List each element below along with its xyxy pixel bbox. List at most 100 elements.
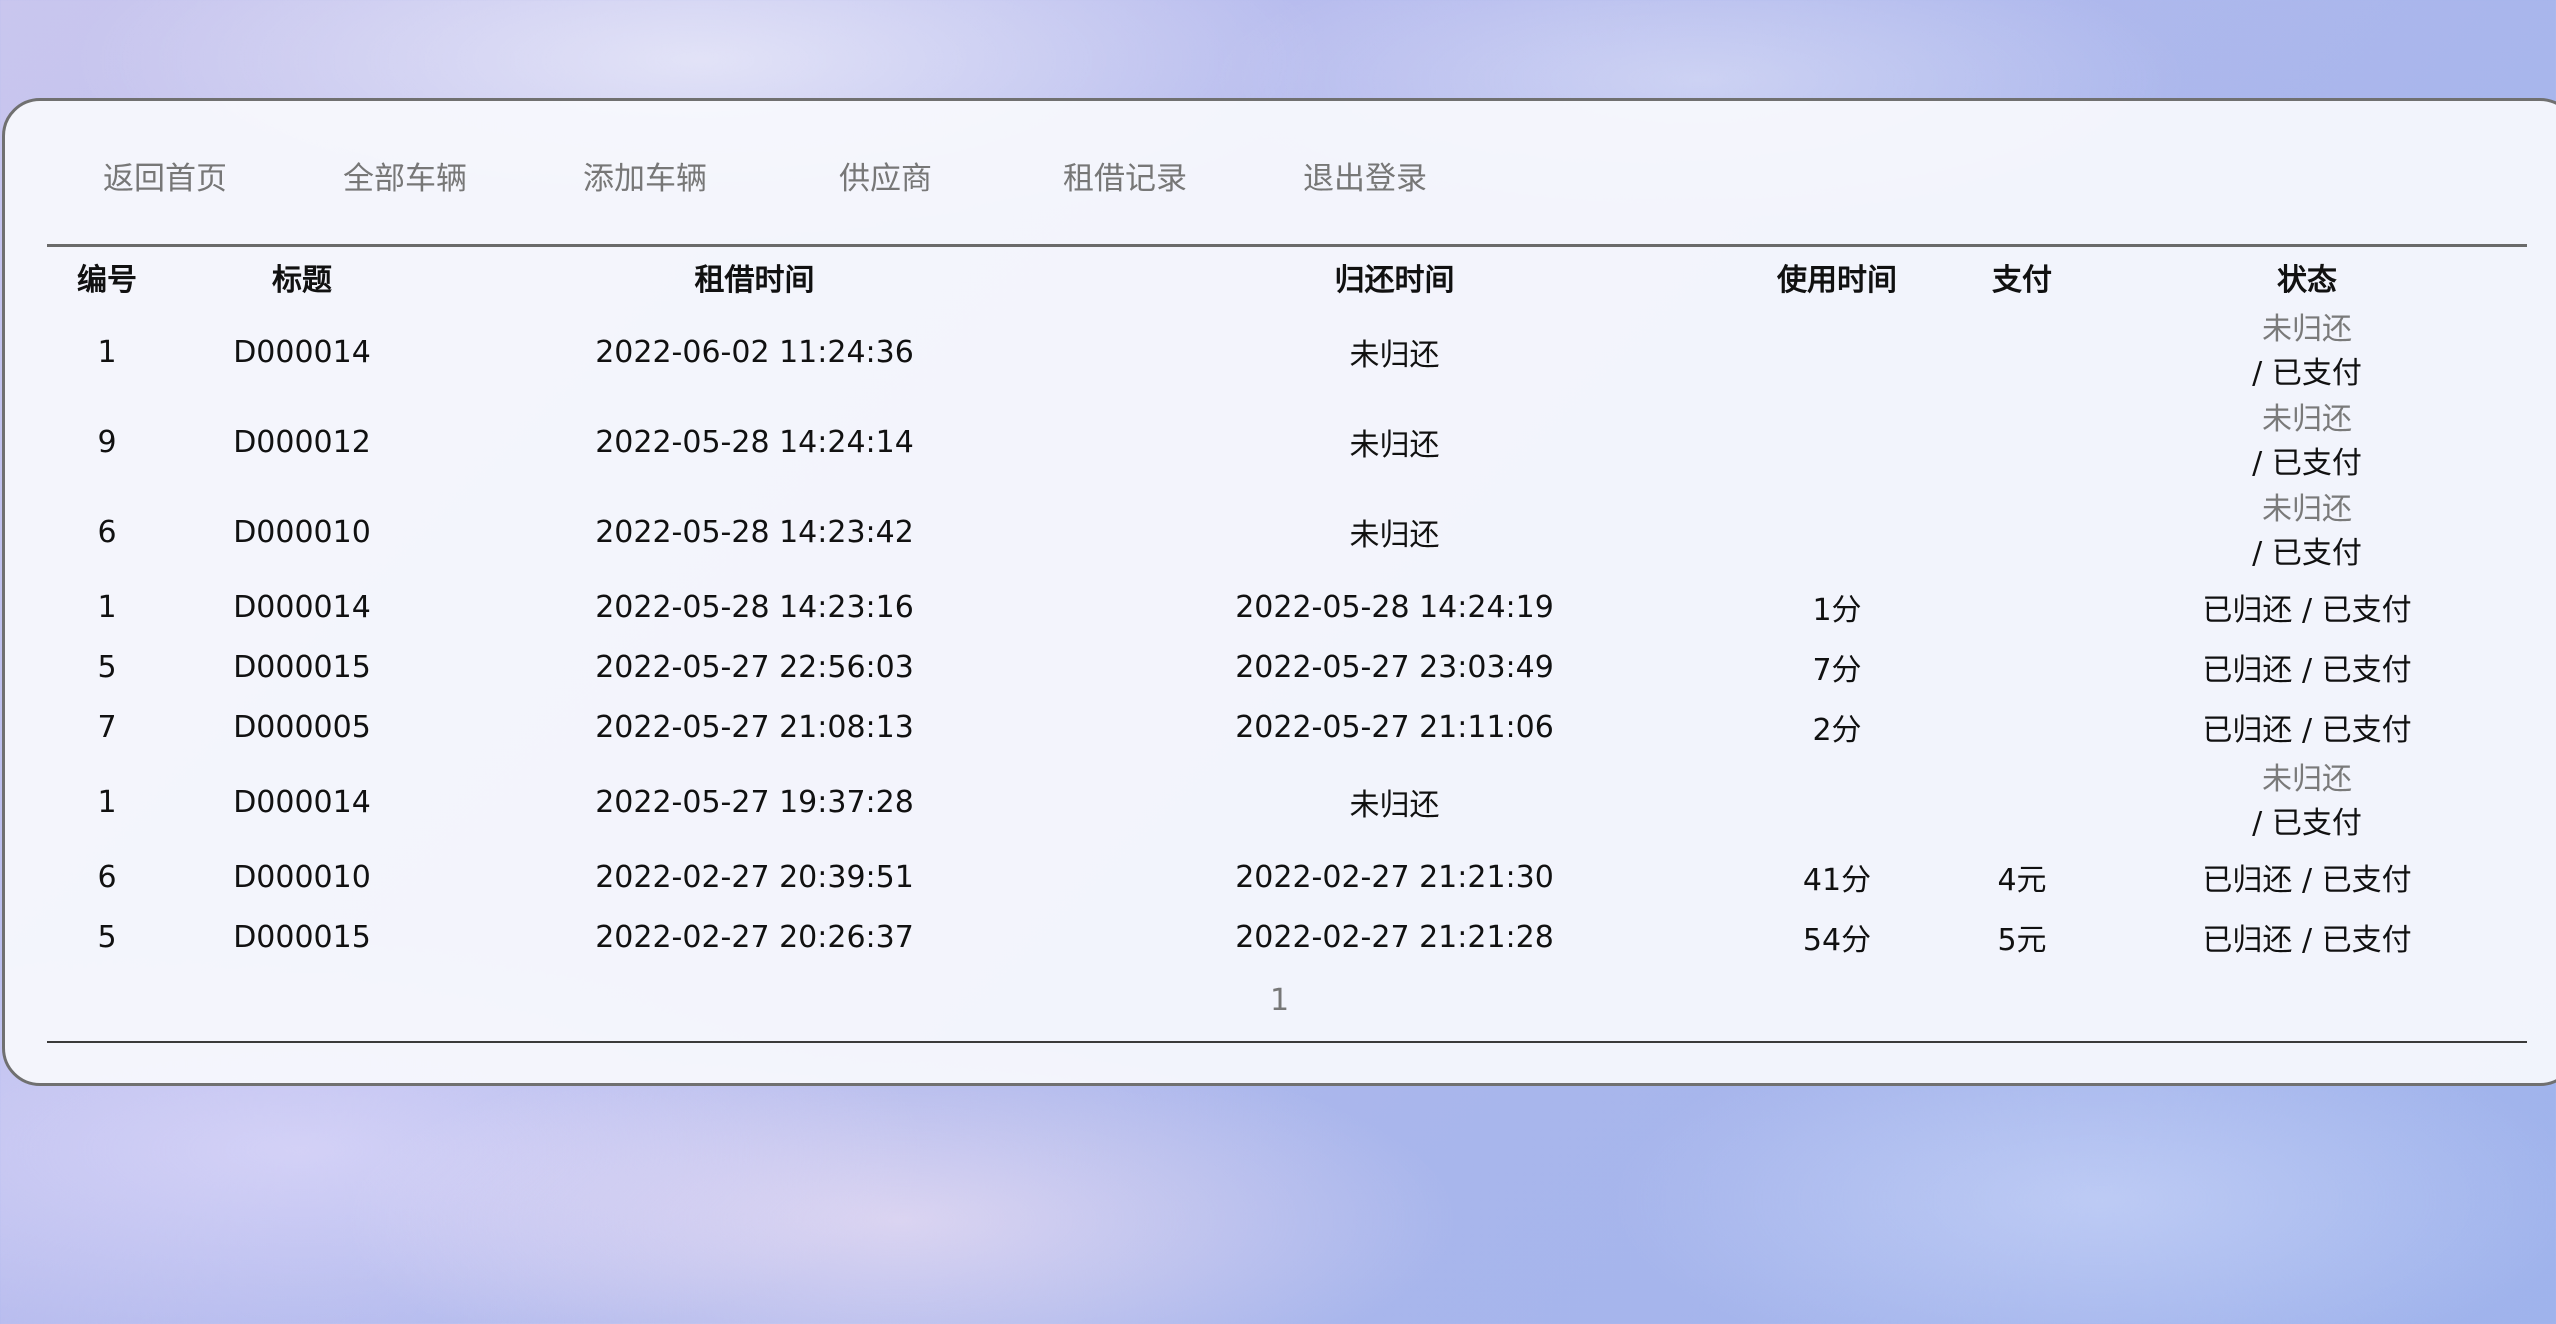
- cell-use-time: [1717, 757, 1957, 847]
- cell-status: 已归还 / 已支付: [2087, 697, 2527, 757]
- cell-rent-time: 2022-06-02 11:24:36: [595, 334, 914, 370]
- cell-id: 1: [97, 334, 117, 370]
- cell-use-time: [1717, 487, 1957, 577]
- column-header-id: 编号: [77, 263, 137, 298]
- cell-id: 6: [97, 514, 117, 550]
- records-panel: 返回首页 全部车辆 添加车辆 供应商 租借记录 退出登录 编号 标题 租借时间 …: [2, 98, 2556, 1086]
- table-row: 1 D000014 2022-05-28 14:23:16 2022-05-28…: [47, 577, 2527, 637]
- cell-use-time: 7分: [1812, 653, 1862, 688]
- column-header-return-time: 归还时间: [1334, 263, 1455, 298]
- cell-title: D000010: [233, 514, 371, 550]
- table-row: 5 D000015 2022-02-27 20:26:37 2022-02-27…: [47, 907, 2527, 967]
- cell-id: 6: [97, 859, 117, 895]
- cell-return-time: 2022-02-27 21:21:30: [1235, 859, 1554, 895]
- cell-title: D000015: [233, 919, 371, 955]
- cell-return-time: 2022-05-27 23:03:49: [1235, 649, 1554, 685]
- cell-use-time: 1分: [1812, 593, 1862, 628]
- cell-payment: 5元: [1997, 923, 2047, 958]
- cell-return-time: 2022-05-27 21:11:06: [1235, 709, 1554, 745]
- cell-title: D000012: [233, 424, 371, 460]
- table-row: 1 D000014 2022-06-02 11:24:36 未归还 未归还 / …: [47, 307, 2527, 397]
- cell-return-time: 未归还: [1349, 338, 1440, 373]
- table-bottom-divider: [47, 1041, 2527, 1043]
- nav-all-vehicles-link[interactable]: 全部车辆: [343, 153, 467, 198]
- cell-use-time: 41分: [1802, 863, 1872, 898]
- cell-status: 未归还 / 已支付: [2087, 397, 2527, 487]
- status-return: 未归还: [2262, 762, 2352, 797]
- cell-rent-time: 2022-05-27 19:37:28: [595, 784, 914, 820]
- nav-add-vehicle-link[interactable]: 添加车辆: [583, 153, 707, 198]
- nav-rental-records-link[interactable]: 租借记录: [1063, 153, 1187, 198]
- cell-title: D000015: [233, 649, 371, 685]
- cell-status: 已归还 / 已支付: [2087, 577, 2527, 637]
- cell-rent-time: 2022-05-28 14:24:14: [595, 424, 914, 460]
- status-return: 未归还: [2262, 402, 2352, 437]
- cell-id: 1: [97, 784, 117, 820]
- status-return: 已归还: [2202, 653, 2293, 688]
- column-header-use-time: 使用时间: [1777, 263, 1897, 298]
- cell-payment: [1957, 397, 2087, 487]
- cell-rent-time: 2022-05-28 14:23:16: [595, 589, 914, 625]
- table-row: 6 D000010 2022-05-28 14:23:42 未归还 未归还 / …: [47, 487, 2527, 577]
- cell-title: D000014: [233, 784, 371, 820]
- cell-status: 未归还 / 已支付: [2087, 307, 2527, 397]
- column-header-rent-time: 租借时间: [694, 263, 815, 298]
- status-payment: / 已支付: [2252, 536, 2362, 571]
- cell-return-time: 2022-02-27 21:21:28: [1235, 919, 1554, 955]
- cell-payment: [1957, 487, 2087, 577]
- rental-records-table: 编号 标题 租借时间 归还时间 使用时间 支付 状态 1 D000014 202…: [47, 247, 2527, 967]
- cell-rent-time: 2022-02-27 20:26:37: [595, 919, 914, 955]
- table-row: 6 D000010 2022-02-27 20:39:51 2022-02-27…: [47, 847, 2527, 907]
- status-payment: / 已支付: [2252, 446, 2362, 481]
- status-payment: / 已支付: [2301, 713, 2412, 748]
- cell-status: 已归还 / 已支付: [2087, 637, 2527, 697]
- cell-payment: [1957, 697, 2087, 757]
- status-payment: / 已支付: [2301, 863, 2412, 898]
- cell-status: 未归还 / 已支付: [2087, 487, 2527, 577]
- cell-id: 7: [97, 709, 117, 745]
- status-return: 已归还: [2202, 863, 2293, 898]
- cell-id: 5: [97, 919, 117, 955]
- nav-home-link[interactable]: 返回首页: [103, 153, 227, 198]
- status-return: 未归还: [2262, 312, 2352, 347]
- cell-use-time: [1717, 307, 1957, 397]
- cell-title: D000010: [233, 859, 371, 895]
- status-return: 已归还: [2202, 593, 2293, 628]
- table-header-row: 编号 标题 租借时间 归还时间 使用时间 支付 状态: [47, 247, 2527, 307]
- cell-title: D000014: [233, 334, 371, 370]
- cell-payment: [1957, 637, 2087, 697]
- cell-return-time: 未归还: [1349, 428, 1440, 463]
- cell-id: 1: [97, 589, 117, 625]
- status-payment: / 已支付: [2301, 653, 2412, 688]
- status-payment: / 已支付: [2301, 923, 2412, 958]
- nav-suppliers-link[interactable]: 供应商: [839, 153, 932, 198]
- cell-use-time: 54分: [1802, 923, 1872, 958]
- cell-payment: [1957, 577, 2087, 637]
- cell-use-time: [1717, 397, 1957, 487]
- cell-rent-time: 2022-02-27 20:39:51: [595, 859, 914, 895]
- cell-use-time: 2分: [1812, 713, 1862, 748]
- status-payment: / 已支付: [2252, 806, 2362, 841]
- status-return: 已归还: [2202, 923, 2293, 958]
- pagination-page-1[interactable]: 1: [1270, 983, 1289, 1018]
- cell-payment: [1957, 757, 2087, 847]
- status-payment: / 已支付: [2301, 593, 2412, 628]
- nav-logout-link[interactable]: 退出登录: [1303, 153, 1427, 198]
- cell-return-time: 2022-05-28 14:24:19: [1235, 589, 1554, 625]
- status-return: 未归还: [2262, 492, 2352, 527]
- table-row: 9 D000012 2022-05-28 14:24:14 未归还 未归还 / …: [47, 397, 2527, 487]
- cell-id: 9: [97, 424, 117, 460]
- status-payment: / 已支付: [2252, 356, 2362, 391]
- column-header-payment: 支付: [1992, 263, 2052, 298]
- table-row: 5 D000015 2022-05-27 22:56:03 2022-05-27…: [47, 637, 2527, 697]
- cell-status: 已归还 / 已支付: [2087, 847, 2527, 907]
- cell-status: 已归还 / 已支付: [2087, 907, 2527, 967]
- top-nav: 返回首页 全部车辆 添加车辆 供应商 租借记录 退出登录: [5, 101, 1605, 241]
- cell-return-time: 未归还: [1349, 518, 1440, 553]
- cell-id: 5: [97, 649, 117, 685]
- cell-return-time: 未归还: [1349, 788, 1440, 823]
- column-header-status: 状态: [2277, 263, 2337, 298]
- cell-payment: 4元: [1997, 863, 2047, 898]
- cell-rent-time: 2022-05-27 22:56:03: [595, 649, 914, 685]
- cell-rent-time: 2022-05-27 21:08:13: [595, 709, 914, 745]
